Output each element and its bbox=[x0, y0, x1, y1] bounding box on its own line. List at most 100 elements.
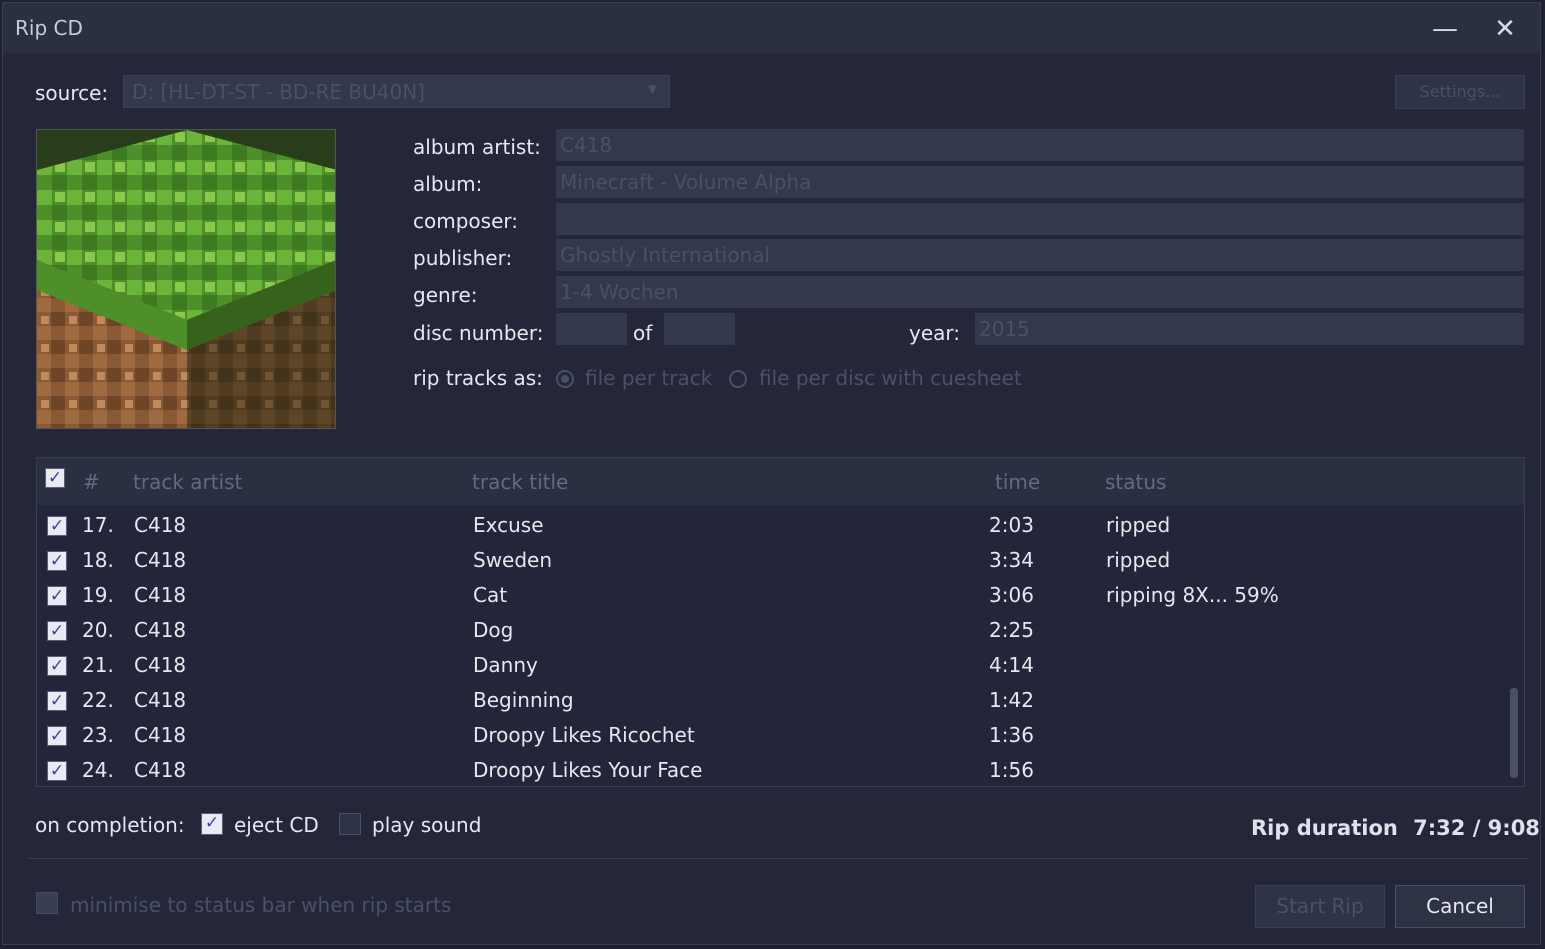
settings-button[interactable]: Settings... bbox=[1395, 75, 1525, 109]
source-label: source: bbox=[35, 81, 109, 105]
track-title: Beginning bbox=[473, 688, 574, 712]
check-icon: ✓ bbox=[204, 813, 220, 833]
track-artist: C418 bbox=[134, 688, 187, 712]
track-number: 18. bbox=[82, 548, 114, 572]
track-title: Dog bbox=[473, 618, 514, 642]
track-status: ripped bbox=[1106, 548, 1171, 572]
track-artist: C418 bbox=[134, 723, 187, 747]
source-value: D: [HL-DT-ST - BD-RE BU40N] bbox=[132, 80, 425, 104]
track-number: 24. bbox=[82, 758, 114, 782]
select-all-checkbox[interactable]: ✓ bbox=[45, 468, 65, 488]
eject-cd-checkbox[interactable]: ✓ bbox=[201, 813, 223, 835]
composer-label: composer: bbox=[413, 209, 518, 233]
on-completion-label: on completion: bbox=[35, 813, 185, 837]
track-number: 17. bbox=[82, 513, 114, 537]
disc-total-field[interactable] bbox=[664, 313, 735, 345]
table-row[interactable]: ✓ 23. C418 Droopy Likes Ricochet 1:36 bbox=[37, 719, 1524, 754]
track-time: 2:25 bbox=[989, 618, 1034, 642]
year-field[interactable]: 2015 bbox=[975, 313, 1524, 345]
close-icon: ✕ bbox=[1494, 14, 1516, 44]
row-checkbox[interactable]: ✓ bbox=[47, 586, 67, 606]
check-icon: ✓ bbox=[49, 726, 65, 746]
album-artist-field[interactable]: C418 bbox=[556, 129, 1524, 161]
track-number: 21. bbox=[82, 653, 114, 677]
dropdown-arrow-icon: ▼ bbox=[647, 82, 657, 96]
window-title: Rip CD bbox=[15, 16, 83, 40]
genre-field[interactable]: 1-4 Wochen bbox=[556, 276, 1524, 308]
track-status: ripping 8X... 59% bbox=[1106, 583, 1279, 607]
file-per-disc-radio[interactable] bbox=[729, 370, 747, 388]
file-per-track-label: file per track bbox=[585, 366, 713, 390]
track-artist: C418 bbox=[134, 583, 187, 607]
check-icon: ✓ bbox=[49, 621, 65, 641]
row-checkbox[interactable]: ✓ bbox=[47, 551, 67, 571]
col-status-header[interactable]: status bbox=[1105, 470, 1166, 494]
album-field[interactable]: Minecraft - Volume Alpha bbox=[556, 166, 1524, 198]
row-checkbox[interactable]: ✓ bbox=[47, 516, 67, 536]
col-time-header[interactable]: time bbox=[995, 470, 1040, 494]
track-artist: C418 bbox=[134, 548, 187, 572]
table-row[interactable]: ✓ 17. C418 Excuse 2:03 ripped bbox=[37, 509, 1524, 544]
table-row[interactable]: ✓ 20. C418 Dog 2:25 bbox=[37, 614, 1524, 649]
rip-duration: Rip duration 7:32 / 9:08 bbox=[1251, 816, 1540, 840]
play-sound-checkbox[interactable] bbox=[339, 813, 361, 835]
table-scrollbar[interactable] bbox=[1510, 688, 1518, 778]
minimize-button[interactable]: — bbox=[1423, 9, 1467, 49]
file-per-disc-label: file per disc with cuesheet bbox=[759, 366, 1022, 390]
publisher-label: publisher: bbox=[413, 246, 513, 270]
track-artist: C418 bbox=[134, 618, 187, 642]
disc-number-field[interactable] bbox=[556, 313, 627, 345]
table-row[interactable]: ✓ 22. C418 Beginning 1:42 bbox=[37, 684, 1524, 719]
track-time: 4:14 bbox=[989, 653, 1034, 677]
track-artist: C418 bbox=[134, 513, 187, 537]
table-row[interactable]: ✓ 18. C418 Sweden 3:34 ripped bbox=[37, 544, 1524, 579]
album-label: album: bbox=[413, 172, 483, 196]
col-title-header[interactable]: track title bbox=[472, 470, 568, 494]
track-time: 2:03 bbox=[989, 513, 1034, 537]
minimise-label: minimise to status bar when rip starts bbox=[70, 893, 452, 917]
rip-duration-label: Rip duration bbox=[1251, 816, 1398, 840]
eject-cd-label: eject CD bbox=[234, 813, 319, 837]
col-artist-header[interactable]: track artist bbox=[133, 470, 242, 494]
track-title: Cat bbox=[473, 583, 508, 607]
title-bar[interactable]: Rip CD — ✕ bbox=[3, 3, 1540, 53]
check-icon: ✓ bbox=[49, 761, 65, 781]
row-checkbox[interactable]: ✓ bbox=[47, 656, 67, 676]
disc-of-label: of bbox=[633, 321, 653, 345]
rip-duration-value: 7:32 / 9:08 bbox=[1413, 816, 1540, 840]
close-button[interactable]: ✕ bbox=[1483, 9, 1527, 49]
row-checkbox[interactable]: ✓ bbox=[47, 761, 67, 781]
track-time: 3:34 bbox=[989, 548, 1034, 572]
track-number: 19. bbox=[82, 583, 114, 607]
track-title: Droopy Likes Ricochet bbox=[473, 723, 695, 747]
cancel-button[interactable]: Cancel bbox=[1395, 885, 1525, 928]
row-checkbox[interactable]: ✓ bbox=[47, 691, 67, 711]
table-row[interactable]: ✓ 24. C418 Droopy Likes Your Face 1:56 bbox=[37, 754, 1524, 789]
minimise-checkbox[interactable] bbox=[36, 892, 58, 914]
track-number: 20. bbox=[82, 618, 114, 642]
table-row[interactable]: ✓ 19. C418 Cat 3:06 ripping 8X... 59% bbox=[37, 579, 1524, 614]
track-title: Excuse bbox=[473, 513, 544, 537]
check-icon: ✓ bbox=[49, 551, 65, 571]
publisher-field[interactable]: Ghostly International bbox=[556, 239, 1524, 271]
track-time: 3:06 bbox=[989, 583, 1034, 607]
check-icon: ✓ bbox=[49, 656, 65, 676]
source-dropdown[interactable]: D: [HL-DT-ST - BD-RE BU40N] ▼ bbox=[123, 75, 670, 108]
track-table: ✓ # track artist track title time status… bbox=[36, 457, 1525, 787]
table-row[interactable]: ✓ 21. C418 Danny 4:14 bbox=[37, 649, 1524, 684]
album-artist-label: album artist: bbox=[413, 135, 541, 159]
col-num-header[interactable]: # bbox=[83, 470, 100, 494]
year-label: year: bbox=[909, 321, 961, 345]
track-time: 1:36 bbox=[989, 723, 1034, 747]
rip-cd-dialog: Rip CD — ✕ source: D: [HL-DT-ST - BD-RE … bbox=[2, 2, 1541, 945]
divider bbox=[28, 858, 1528, 859]
genre-label: genre: bbox=[413, 283, 478, 307]
composer-field[interactable] bbox=[556, 203, 1524, 235]
check-icon: ✓ bbox=[49, 516, 65, 536]
row-checkbox[interactable]: ✓ bbox=[47, 621, 67, 641]
row-checkbox[interactable]: ✓ bbox=[47, 726, 67, 746]
album-art-image bbox=[37, 130, 335, 428]
start-rip-button[interactable]: Start Rip bbox=[1255, 885, 1385, 928]
file-per-track-radio[interactable] bbox=[556, 370, 574, 388]
track-title: Sweden bbox=[473, 548, 553, 572]
